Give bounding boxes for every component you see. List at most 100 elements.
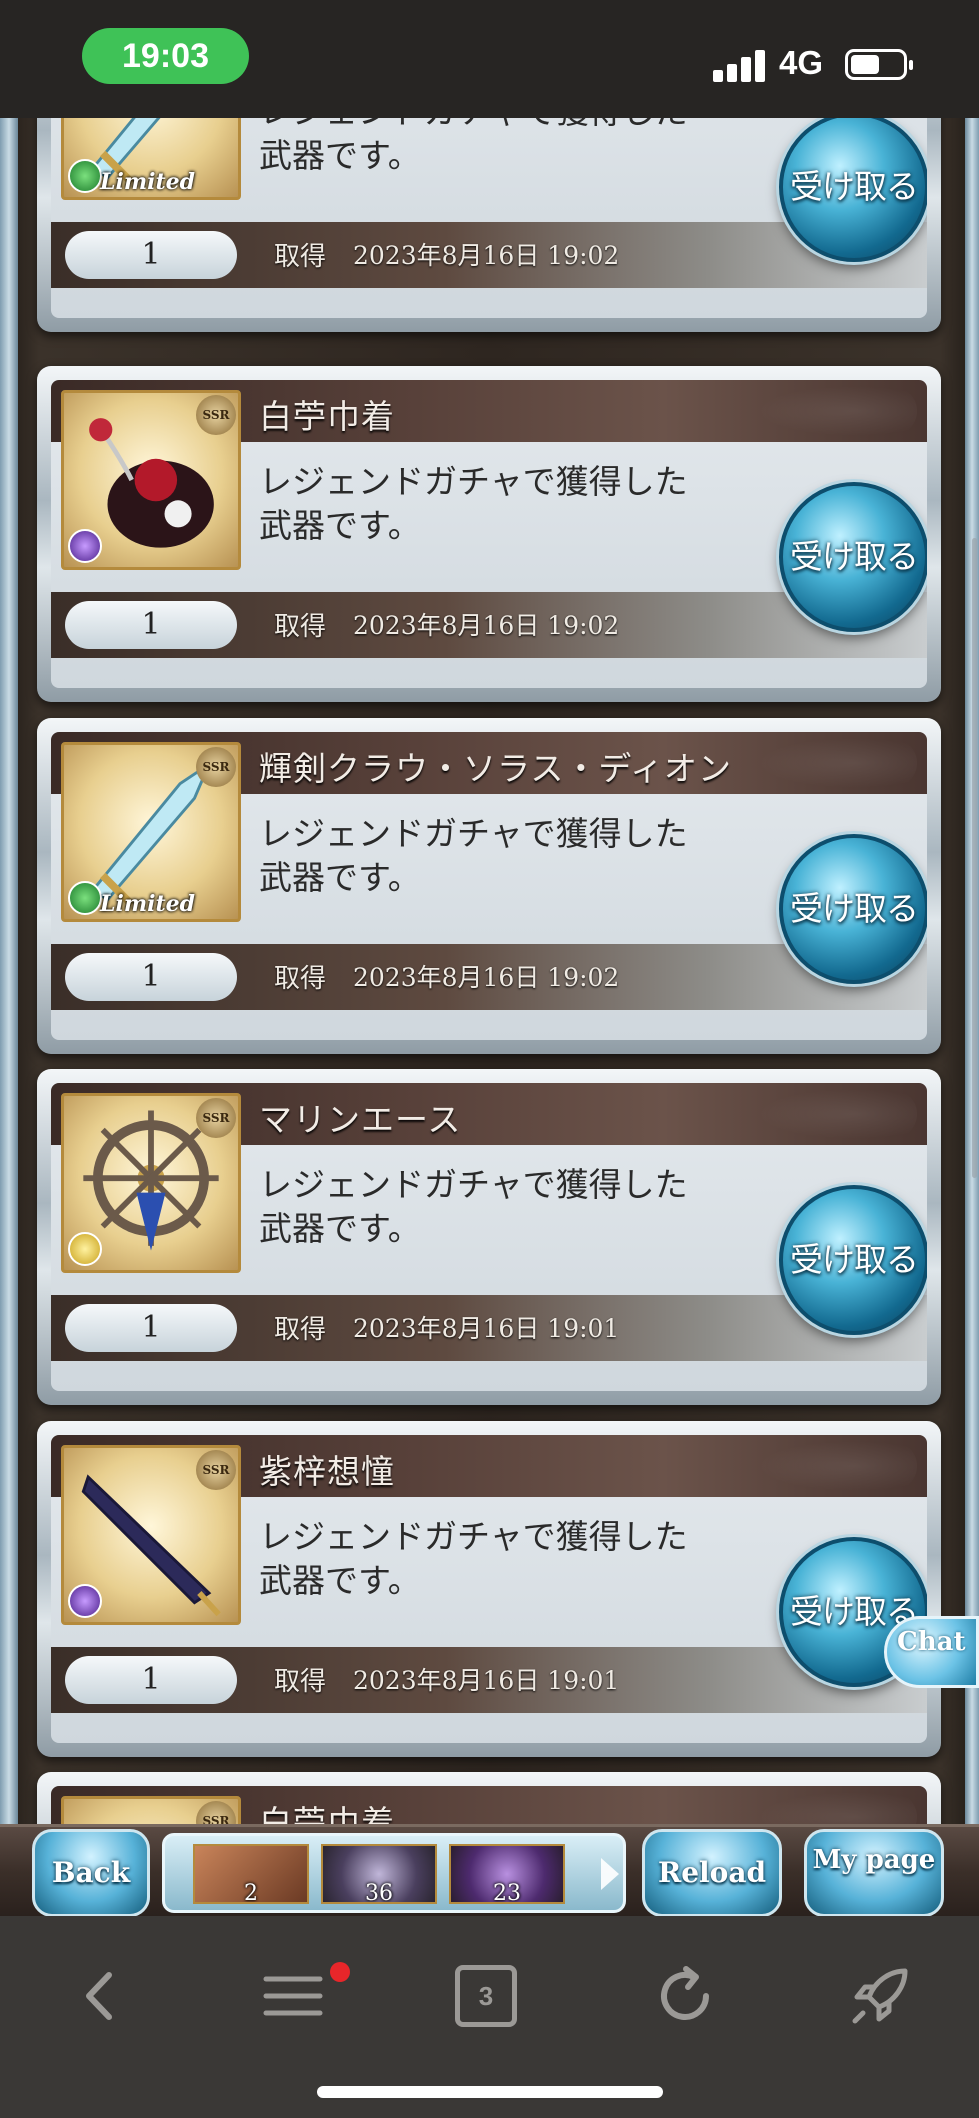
item-name: 白苧巾着 [259,1803,395,1824]
limited-badge: Limited [100,169,196,195]
status-bar: 19:03 4G [0,0,979,118]
rarity-badge: SSR [196,1098,236,1138]
present-card-body: 紫梓想憧 SSR レジェンドガチャで獲得した武器です。 1 取得 2023年8月16日 1… [51,1435,927,1743]
back-button[interactable]: Back [32,1829,150,1917]
refresh-icon[interactable] [650,1961,720,2031]
receive-label: 受け取る [790,167,919,206]
acquired-label: 取得 [274,242,327,272]
receive-button[interactable]: 受け取る [779,482,927,632]
tray-item[interactable]: 23 [449,1844,565,1904]
rarity-badge: SSR [196,395,236,435]
item-description: レジェンドガチャで獲得した武器です。 [259,1517,688,1600]
acquired-date: 2023年8月16日 19:02 [353,611,620,640]
ornament-icon [757,1792,917,1824]
receive-label: 受け取る [790,889,919,928]
status-time: 19:03 [82,28,249,84]
weapon-thumbnail[interactable]: SSRLimited [61,118,241,200]
receive-button[interactable]: 受け取る [779,1185,927,1335]
acquired-label: 取得 [274,1315,327,1345]
item-description: レジェンドガチャで獲得した武器です。 [259,118,688,175]
battery-icon [845,49,913,80]
wind-element-icon [68,159,102,193]
present-card: 白苧巾着 SSR レジェンドガチャで獲得した武器です。 1 取得 2023年8月16日 1… [37,366,941,702]
menu-icon[interactable] [258,1961,328,2031]
item-quantity: 1 [65,1304,237,1352]
ornament-icon [757,386,917,436]
ornament-icon [757,1441,917,1491]
presents-list-view[interactable]: SSR Limited レジェンドガチャで獲得した武器です。 1 取得 2023年8月16… [0,118,979,1824]
frame-rail-left [0,118,18,1824]
reload-label: Reload [657,1856,767,1889]
limited-badge: Limited [100,891,196,917]
weapon-thumbnail[interactable]: SSR [61,1093,241,1273]
present-card: 紫梓想憧 SSR レジェンドガチャで獲得した武器です。 1 取得 2023年8月16日 1… [37,1421,941,1757]
light-element-icon [68,1232,102,1266]
item-quantity: 1 [65,601,237,649]
tabs-icon[interactable]: 3 [455,1965,517,2027]
present-card-body: 白苧巾着 SSR [51,1786,927,1824]
present-card-body: マリンエース SSR レジェンドガチャで獲得した武器です。 1 取得 2023年8月16日… [51,1083,927,1391]
home-indicator [317,2086,663,2098]
present-card: マリンエース SSR レジェンドガチャで獲得した武器です。 1 取得 2023年8月16日… [37,1069,941,1405]
weapon-thumbnail[interactable]: SSR [61,1445,241,1625]
present-card-body: 白苧巾着 SSR レジェンドガチャで獲得した武器です。 1 取得 2023年8月16日 1… [51,380,927,688]
notification-dot-icon [330,1962,350,1982]
chat-label: Chat [884,1616,979,1688]
receive-button[interactable]: 受け取る [779,834,927,984]
acquired-label: 取得 [274,1667,327,1697]
tray-item[interactable]: 36 [321,1844,437,1904]
chat-button[interactable]: Chat [884,1616,979,1698]
network-type: 4G [779,44,824,81]
item-quantity: 1 [65,231,237,279]
dark-element-icon [68,529,102,563]
tray-item-count: 36 [365,1881,393,1904]
tab-count: 3 [478,1981,494,2011]
present-card: 白苧巾着 SSR [37,1772,941,1824]
acquired-label: 取得 [274,612,327,642]
item-description: レジェンドガチャで獲得した武器です。 [259,462,688,545]
item-shortcut-tray: 2 36 23 [162,1833,626,1913]
my-page-button[interactable]: My page [804,1829,944,1917]
receive-button[interactable]: 受け取る [779,118,927,262]
item-quantity: 1 [65,1656,237,1704]
item-description: レジェンドガチャで獲得した武器です。 [259,814,688,897]
present-card: 輝剣クラウ・ソラス・ディオン SSR Limited レジェンドガチャで獲得した武器で… [37,718,941,1054]
rarity-badge: SSR [196,1450,236,1490]
acquired-date: 2023年8月16日 19:02 [353,963,620,992]
tray-item-count: 23 [493,1881,521,1904]
reload-button[interactable]: Reload [642,1829,782,1917]
game-bottom-nav: Back 2 36 23 Reload My page [0,1824,979,1917]
wind-element-icon [68,881,102,915]
item-quantity: 1 [65,953,237,1001]
back-label: Back [51,1856,131,1889]
tray-next-icon[interactable] [601,1858,619,1890]
weapon-thumbnail[interactable]: SSR Limited [61,742,241,922]
acquired-date: 2023年8月16日 19:01 [353,1666,620,1695]
item-name: 輝剣クラウ・ソラス・ディオン [259,749,733,788]
ornament-icon [757,1089,917,1139]
present-card: SSRLimited レジェンドガチャで獲得した武器です。 1 取得 2023年8月16… [37,118,941,332]
item-name: 紫梓想憧 [259,1452,395,1491]
rocket-icon[interactable] [845,1961,915,2031]
receive-label: 受け取る [790,537,919,576]
tray-item[interactable]: 2 [193,1844,309,1904]
weapon-thumbnail[interactable]: SSR [61,1796,241,1824]
dark-element-icon [68,1584,102,1618]
my-page-label: My page [812,1845,936,1875]
item-name: 白苧巾着 [259,397,395,436]
signal-icon [713,48,765,82]
item-name: マリンエース [259,1100,462,1139]
rarity-badge: SSR [196,747,236,787]
tray-item-count: 2 [244,1881,258,1904]
weapon-thumbnail[interactable]: SSR [61,390,241,570]
acquired-date: 2023年8月16日 19:02 [353,241,620,270]
acquired-date: 2023年8月16日 19:01 [353,1314,620,1343]
present-card-body: SSRLimited レジェンドガチャで獲得した武器です。 1 取得 2023年8月16… [51,118,927,318]
back-arrow-icon[interactable] [65,1961,135,2031]
scroll-indicator[interactable] [972,538,977,1178]
ornament-icon [757,738,917,788]
receive-label: 受け取る [790,1240,919,1279]
acquired-label: 取得 [274,964,327,994]
present-card-body: 輝剣クラウ・ソラス・ディオン SSR Limited レジェンドガチャで獲得した武器で… [51,732,927,1040]
item-description: レジェンドガチャで獲得した武器です。 [259,1165,688,1248]
